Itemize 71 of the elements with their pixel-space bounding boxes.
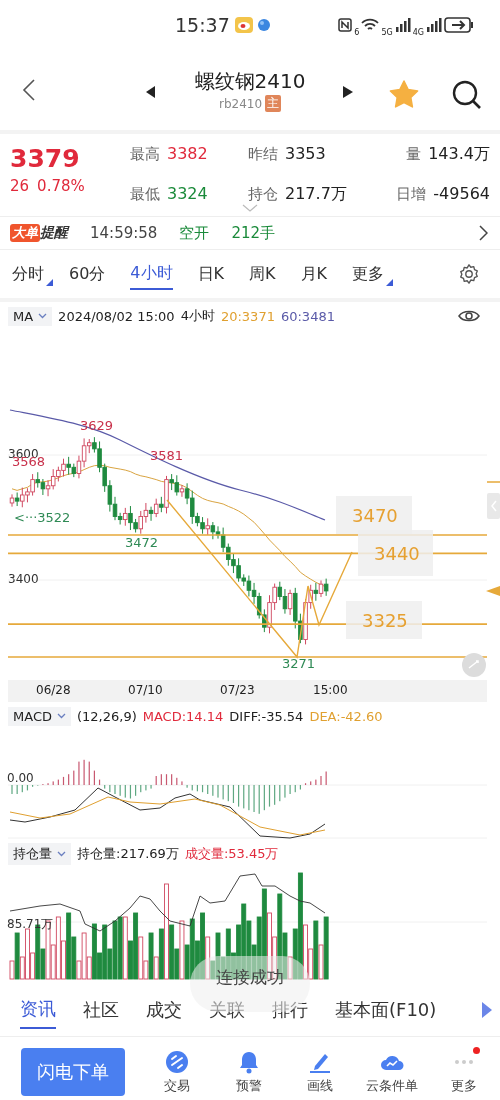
last-price: 3379 (10, 144, 81, 173)
ma-value: 20:3371 (220, 308, 275, 324)
period-tab[interactable]: 分时 (12, 259, 44, 289)
zero-axis-label: 0.00 (7, 771, 34, 785)
contract-code: rb2410 (218, 96, 263, 111)
price-annotation: 3629 (80, 418, 114, 433)
toolbar-item[interactable]: 交易 (140, 1048, 213, 1095)
volume-axis-label: 85.71万 (7, 917, 54, 931)
indicator-select[interactable]: MA (8, 306, 53, 326)
network-label: 4G (412, 27, 424, 37)
price-annotation: 3581 (150, 448, 184, 463)
indicator-params: (12,26,9) (76, 708, 137, 724)
price-annotation: 3271 (282, 656, 316, 671)
period-tab[interactable]: 月K (300, 259, 328, 289)
stat-value: 143.4万 (428, 144, 490, 165)
period-tab[interactable]: 周K (249, 259, 276, 289)
content-tab[interactable]: 资讯 (20, 991, 56, 1029)
alert-title: 提醒 (40, 224, 68, 242)
stat-value: 3382 (167, 144, 208, 163)
time-axis-label: 07/23 (220, 683, 255, 697)
bar-datetime: 2024/08/02 15:00 (58, 308, 175, 324)
macd-value: MACD:14.14 (142, 708, 224, 724)
stat-label: 量 (406, 145, 422, 164)
alert-volume: 212手 (231, 223, 275, 243)
time-axis-label: 06/28 (36, 683, 71, 697)
alert-tag: 大单 (10, 224, 40, 242)
wifi-label: 6 (354, 27, 360, 37)
indicator-select[interactable]: MACD (8, 706, 71, 726)
indicator-select[interactable]: 持仓量 (8, 843, 71, 865)
period-tab[interactable]: 更多 (352, 259, 385, 289)
main-contract-badge: 主 (265, 95, 282, 112)
time-axis-label: 15:00 (313, 683, 348, 697)
period-tab[interactable]: 60分 (69, 259, 106, 289)
macd-value: DEA:-42.60 (309, 708, 383, 724)
volume-value: 持仓量:217.69万 (77, 845, 179, 863)
price-axis-label: 3400 (8, 572, 39, 586)
stat-value: 3324 (167, 184, 208, 203)
alert-time: 14:59:58 (90, 224, 158, 242)
price-change: 26 (10, 177, 30, 195)
volume-value: 成交量:53.45万 (184, 845, 279, 863)
stat-label: 持仓 (248, 185, 278, 204)
content-tab[interactable]: 排行 (272, 992, 308, 1028)
stat-label: 日增 (396, 185, 427, 204)
toolbar-item[interactable]: 更多 (428, 1048, 500, 1095)
stat-label: 昨结 (248, 145, 278, 164)
stat-label: 最低 (130, 185, 160, 204)
clock: 15:37 (175, 14, 230, 36)
macd-value: DIFF:-35.54 (229, 708, 304, 724)
stat-label: 最高 (130, 145, 160, 164)
stat-value: -49564 (433, 184, 490, 203)
quick-order-button[interactable]: 闪电下单 (21, 1047, 125, 1096)
period-tab[interactable]: 日K (197, 259, 225, 289)
toolbar-item[interactable]: 预警 (212, 1048, 285, 1095)
ma-value: 60:3481 (280, 308, 335, 324)
content-tab[interactable]: 基本面(F10) (335, 992, 437, 1028)
alert-action: 空开 (179, 223, 210, 243)
bar-period: 4小时 (180, 307, 215, 325)
content-tab[interactable]: 成交 (146, 992, 182, 1028)
big-order-alert[interactable]: 大单提醒 14:59:58 空开 212手 (0, 216, 500, 250)
network-label: 5G (381, 27, 393, 37)
change-percent: 0.78% (37, 177, 85, 195)
stat-value: 217.7万 (285, 184, 347, 205)
time-axis-label: 07/10 (128, 683, 163, 697)
content-tab[interactable]: 社区 (83, 992, 119, 1028)
contract-title: 螺纹钢2410 (194, 68, 306, 95)
price-annotation: <···3522 (14, 510, 71, 525)
toolbar-item[interactable]: 云条件单 (356, 1048, 429, 1095)
price-annotation: 3472 (125, 535, 159, 550)
toolbar-item[interactable]: 画线 (284, 1048, 357, 1095)
stat-value: 3353 (285, 144, 326, 163)
period-tab[interactable]: 4小时 (130, 258, 173, 290)
